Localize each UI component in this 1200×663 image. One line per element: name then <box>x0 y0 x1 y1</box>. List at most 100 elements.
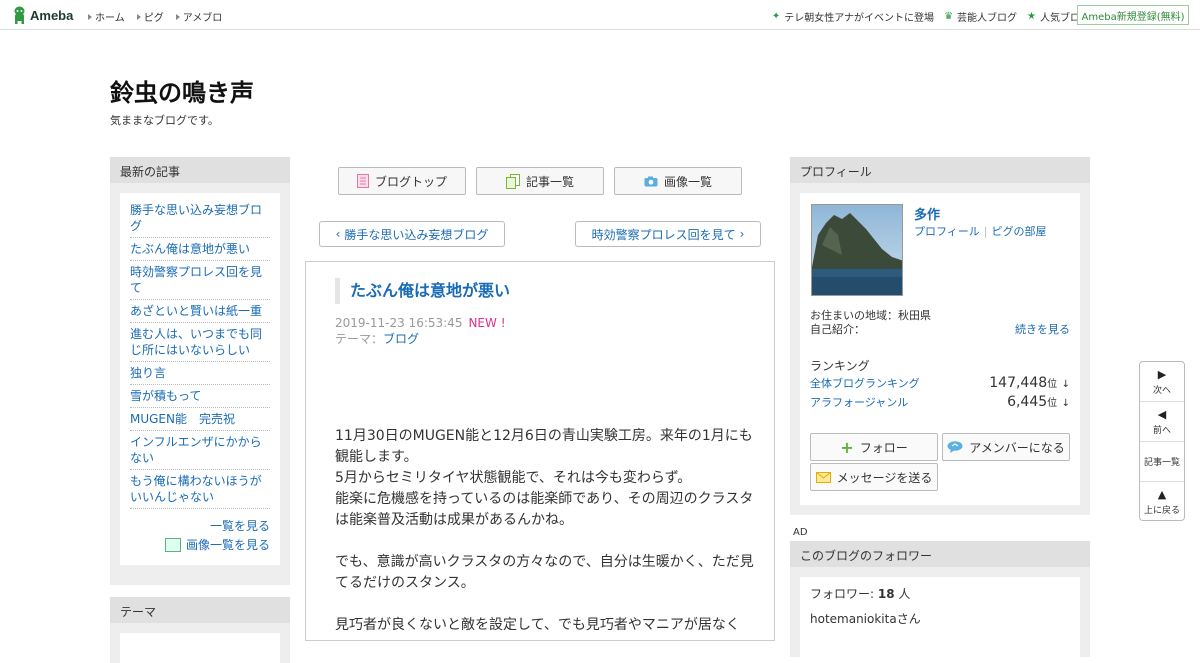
followers-header: このブログのフォロワー <box>790 541 1090 567</box>
star-icon: ★ <box>1027 11 1036 22</box>
list-item[interactable]: インフルエンザにかからない <box>130 431 270 470</box>
see-images-label: 画像一覧を見る <box>185 538 270 552</box>
next-page-button[interactable]: ▶ 次へ <box>1140 362 1184 402</box>
topic-link[interactable]: ✦ テレ朝女性アナがイベントに登場 <box>772 9 934 24</box>
next-article-button[interactable]: 時効警察プロレス回を見て › <box>575 221 761 247</box>
entry-body: 11月30日のMUGEN能と12月6日の青山実験工房。来年の1月にも観能します。… <box>335 426 755 636</box>
crown-icon: ♛ <box>944 11 954 22</box>
arrow-down-icon: ↓ <box>1061 379 1070 390</box>
triangle-right-icon <box>88 13 92 20</box>
followers-card: フォロワー: 18 人 hotemaniokitaさん <box>800 577 1080 657</box>
profile-name[interactable]: 多作 <box>914 204 940 223</box>
blog-title[interactable]: 鈴虫の鳴き声 <box>110 73 254 108</box>
entry-paragraph: 能楽に危機感を持っているのは能楽師であり、その周辺のクラスタは能楽普及活動は成果… <box>335 491 754 528</box>
list-item[interactable]: MUGEN能 完売祝 <box>130 408 270 431</box>
blog-description: 気ままなブログです。 <box>110 114 219 127</box>
follow-button[interactable]: + フォロー <box>810 433 938 461</box>
top-right-links: ✦ テレ朝女性アナがイベントに登場 ♛ 芸能人ブログ ★ 人気ブログ <box>772 9 1090 24</box>
profile-links: プロフィール | ピグの部屋 <box>914 225 1047 238</box>
nav-home[interactable]: ホーム <box>88 9 125 24</box>
list-item[interactable]: 進む人は、いつまでも同じ所にはいないらしい <box>130 323 270 362</box>
triangle-right-icon <box>175 13 180 20</box>
overall-ranking-link[interactable]: 全体ブログランキング <box>810 375 920 391</box>
follow-label: フォロー <box>859 440 908 455</box>
profile-link[interactable]: プロフィール <box>914 225 980 238</box>
followers-box: フォロワー: 18 人 hotemaniokitaさん <box>790 567 1090 657</box>
entry-theme-link[interactable]: ブログ <box>383 332 419 346</box>
latest-articles-box: 勝手な思い込み妄想ブログ たぶん俺は意地が悪い 時効警察プロレス回を見て あざと… <box>110 183 290 575</box>
image-list-button[interactable]: 画像一覧 <box>614 167 742 195</box>
list-item[interactable]: あざといと賢いは紙一重 <box>130 300 270 323</box>
right-sidebar: プロフィール 多作 プロフィール | ピグの部屋 お住まいの地域：秋田県 自己紹… <box>790 157 1090 515</box>
image-list-icon <box>164 537 181 552</box>
celebrity-blog-link[interactable]: ♛ 芸能人ブログ <box>944 9 1017 24</box>
see-list-link[interactable]: 一覧を見る <box>130 517 270 534</box>
followers-section: このブログのフォロワー フォロワー: 18 人 hotemaniokitaさん <box>790 541 1090 657</box>
prev-page-label: 前へ <box>1152 425 1171 436</box>
entry-date: 2019-11-23 16:53:45 <box>335 316 463 330</box>
overall-ranking-value: 147,448 <box>989 375 1048 391</box>
list-item[interactable]: 時効警察プロレス回を見て <box>130 261 270 300</box>
theme-header: テーマ <box>110 597 290 623</box>
list-item[interactable]: 雪が積もって <box>130 385 270 408</box>
chevron-right-icon: › <box>739 227 745 241</box>
send-message-label: メッセージを送る <box>836 470 933 485</box>
global-nav: ホーム ピグ アメブロ <box>88 9 222 24</box>
article-list-button[interactable]: 記事一覧 <box>476 167 604 195</box>
follower-count-unit: 人 <box>898 587 911 601</box>
blog-top-button[interactable]: ブログトップ <box>338 167 466 195</box>
send-message-button[interactable]: メッセージを送る <box>810 463 938 491</box>
prev-article-button[interactable]: ‹ 勝手な思い込み妄想ブログ <box>319 221 505 247</box>
avatar[interactable] <box>811 204 903 296</box>
floating-side-nav: ▶ 次へ ◀ 前へ 記事一覧 ▲ 上に戻る <box>1139 361 1185 521</box>
plus-icon: + <box>840 437 854 457</box>
play-right-icon: ▶ <box>1157 367 1167 381</box>
image-list-label: 画像一覧 <box>663 174 712 189</box>
side-article-list-button[interactable]: 記事一覧 <box>1140 442 1184 482</box>
blog-entry: たぶん俺は意地が悪い 2019-11-23 16:53:45 NEW ! テーマ：… <box>305 261 775 641</box>
entry-paragraph: 5月からセミリタイヤ状態観能で、それは今も変わらず。 <box>335 470 692 486</box>
ranking-row: アラフォージャンル 6,445位 ↓ <box>810 394 1070 410</box>
nav-pig-label: ピグ <box>143 13 164 24</box>
ameba-logo[interactable]: Ameba <box>12 6 73 24</box>
profile-card: 多作 プロフィール | ピグの部屋 お住まいの地域：秋田県 自己紹介： 続きを見る … <box>800 193 1080 505</box>
entry-paragraph: 11月30日のMUGEN能と12月6日の青山実験工房。来年の1月にも観能します。 <box>335 428 753 465</box>
theme-label: テーマ： <box>335 332 384 346</box>
genre-ranking-link[interactable]: アラフォージャンル <box>810 394 908 410</box>
list-item[interactable]: 勝手な思い込み妄想ブログ <box>130 199 270 238</box>
follower-name[interactable]: hotemaniokitaさん <box>810 610 1070 627</box>
avatar-landscape-image <box>812 205 902 295</box>
ad-label: AD <box>793 527 808 538</box>
prev-page-button[interactable]: ◀ 前へ <box>1140 402 1184 442</box>
entry-title[interactable]: たぶん俺は意地が悪い <box>335 278 510 304</box>
nav-ameblo-label: アメブロ <box>182 13 223 24</box>
side-article-list-label: 記事一覧 <box>1143 458 1180 468</box>
amember-button[interactable]: アメンバーになる <box>942 433 1070 461</box>
prev-article-label: 勝手な思い込み妄想ブログ <box>344 227 489 242</box>
intro-more-link[interactable]: 続きを見る <box>1015 321 1070 337</box>
see-images-link[interactable]: 画像一覧を見る <box>130 536 270 553</box>
list-item[interactable]: たぶん俺は意地が悪い <box>130 238 270 261</box>
left-sidebar: 最新の記事 勝手な思い込み妄想ブログ たぶん俺は意地が悪い 時効警察プロレス回を… <box>110 157 290 663</box>
theme-box <box>110 623 290 663</box>
back-to-top-button[interactable]: ▲ 上に戻る <box>1140 482 1184 522</box>
nav-pig[interactable]: ピグ <box>136 9 164 24</box>
pig-room-link[interactable]: ピグの部屋 <box>992 225 1047 238</box>
follower-count: 18 <box>877 587 895 601</box>
list-item[interactable]: 独り言 <box>130 362 270 385</box>
list-item[interactable]: もう俺に構わないほうがいいんじゃない <box>130 470 270 509</box>
ranking-row: 全体ブログランキング 147,448位 ↓ <box>810 375 1070 391</box>
latest-articles-header: 最新の記事 <box>110 157 290 183</box>
nav-ameblo[interactable]: アメブロ <box>175 9 223 24</box>
blog-top-label: ブログトップ <box>374 174 447 189</box>
register-button[interactable]: Ameba新規登録(無料) <box>1077 5 1189 25</box>
back-to-top-label: 上に戻る <box>1143 506 1180 516</box>
entry-meta: 2019-11-23 16:53:45 NEW ! テーマ：ブログ <box>335 315 506 347</box>
follower-count-row: フォロワー: 18 人 <box>810 585 1070 602</box>
latest-articles-list: 勝手な思い込み妄想ブログ たぶん俺は意地が悪い 時効警察プロレス回を見て あざと… <box>120 193 280 565</box>
ranking-unit: 位 <box>1047 398 1058 409</box>
article-list-label: 記事一覧 <box>525 174 574 189</box>
nav-home-label: ホーム <box>95 13 125 24</box>
topic-link-label: テレ朝女性アナがイベントに登場 <box>784 13 935 24</box>
chevron-left-icon: ‹ <box>335 227 341 241</box>
